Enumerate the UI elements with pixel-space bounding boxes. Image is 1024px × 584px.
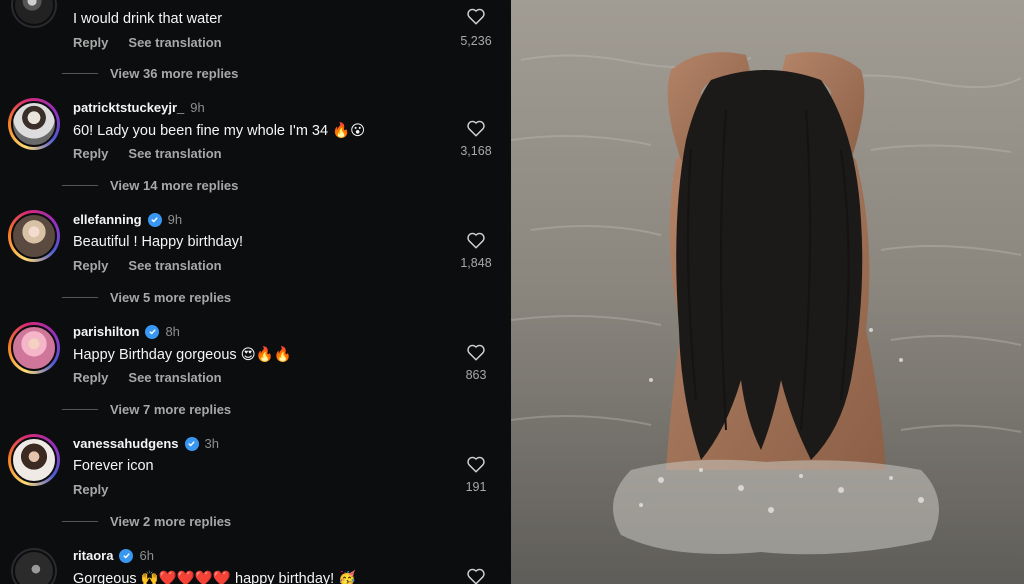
comment-username[interactable]: ritaora bbox=[73, 548, 113, 563]
heart-outline-icon[interactable] bbox=[466, 567, 486, 584]
avatar[interactable] bbox=[11, 0, 57, 28]
comment-time: 6h bbox=[139, 548, 154, 563]
like-count: 191 bbox=[465, 480, 487, 494]
avatar[interactable] bbox=[11, 548, 57, 584]
view-replies-button[interactable]: View 7 more replies bbox=[62, 402, 231, 417]
view-replies-button[interactable]: View 5 more replies bbox=[62, 290, 231, 305]
verified-badge-icon bbox=[119, 548, 134, 563]
heart-outline-icon[interactable] bbox=[466, 231, 486, 249]
reply-button[interactable]: Reply bbox=[73, 482, 108, 497]
replies-divider bbox=[62, 185, 98, 186]
reply-button[interactable]: Reply bbox=[73, 258, 108, 273]
comment-text: Beautiful ! Happy birthday! bbox=[73, 234, 244, 250]
avatar[interactable] bbox=[8, 98, 60, 150]
view-replies-label: View 7 more replies bbox=[110, 402, 232, 417]
reply-button[interactable]: Reply bbox=[73, 146, 108, 161]
heart-outline-icon[interactable] bbox=[466, 119, 486, 137]
comment-text: Forever icon bbox=[73, 458, 154, 474]
see-translation-button[interactable]: See translation bbox=[128, 35, 221, 50]
view-replies-label: View 2 more replies bbox=[110, 514, 232, 529]
see-translation-button[interactable]: See translation bbox=[128, 146, 221, 161]
like-count: 5,236 bbox=[460, 34, 492, 48]
comment-text: Gorgeous 🙌❤️❤️❤️❤️ happy birthday! 🥳 bbox=[73, 571, 357, 584]
replies-divider bbox=[62, 521, 98, 522]
photo-illustration bbox=[511, 0, 1024, 584]
replies-divider bbox=[62, 297, 98, 298]
comment-username[interactable]: ellefanning bbox=[73, 212, 142, 227]
comment-text: I would drink that water bbox=[73, 11, 223, 27]
heart-outline-icon[interactable] bbox=[466, 7, 486, 25]
verified-badge-icon bbox=[145, 324, 160, 339]
avatar[interactable] bbox=[8, 322, 60, 374]
see-translation-button[interactable]: See translation bbox=[128, 258, 221, 273]
reply-button[interactable]: Reply bbox=[73, 370, 108, 385]
avatar[interactable] bbox=[8, 210, 60, 262]
view-replies-button[interactable]: View 2 more replies bbox=[62, 514, 231, 529]
comment-username[interactable]: vanessahudgens bbox=[73, 436, 179, 451]
avatar[interactable] bbox=[8, 434, 60, 486]
reply-button[interactable]: Reply bbox=[73, 35, 108, 50]
like-count: 1,848 bbox=[460, 256, 492, 270]
like-count: 3,168 bbox=[460, 144, 492, 158]
like-count: 863 bbox=[465, 368, 487, 382]
comments-panel: I would drink that water Reply See trans… bbox=[0, 0, 511, 584]
replies-divider bbox=[62, 409, 98, 410]
post-photo bbox=[511, 0, 1024, 584]
comment-text: 60! Lady you been fine my whole I'm 34 🔥… bbox=[73, 123, 366, 139]
view-replies-label: View 5 more replies bbox=[110, 290, 232, 305]
view-replies-button[interactable]: View 36 more replies bbox=[62, 66, 238, 81]
replies-divider bbox=[62, 73, 98, 74]
heart-outline-icon[interactable] bbox=[466, 455, 486, 473]
comment-time: 9h bbox=[167, 212, 183, 227]
see-translation-button[interactable]: See translation bbox=[128, 370, 221, 385]
comment-username[interactable]: patricktstuckeyjr_ bbox=[73, 100, 184, 115]
comment-time: 9h bbox=[190, 100, 205, 115]
comment-time: 8h bbox=[165, 324, 180, 339]
verified-badge-icon bbox=[184, 436, 199, 451]
view-replies-button[interactable]: View 14 more replies bbox=[62, 178, 238, 193]
comment-text: Happy Birthday gorgeous 😍🔥🔥 bbox=[73, 347, 292, 363]
comment-username[interactable]: parishilton bbox=[73, 324, 139, 339]
view-replies-label: View 14 more replies bbox=[110, 178, 239, 193]
heart-outline-icon[interactable] bbox=[466, 343, 486, 361]
view-replies-label: View 36 more replies bbox=[110, 66, 239, 81]
verified-badge-icon bbox=[147, 212, 162, 227]
comment-time: 3h bbox=[204, 436, 219, 451]
